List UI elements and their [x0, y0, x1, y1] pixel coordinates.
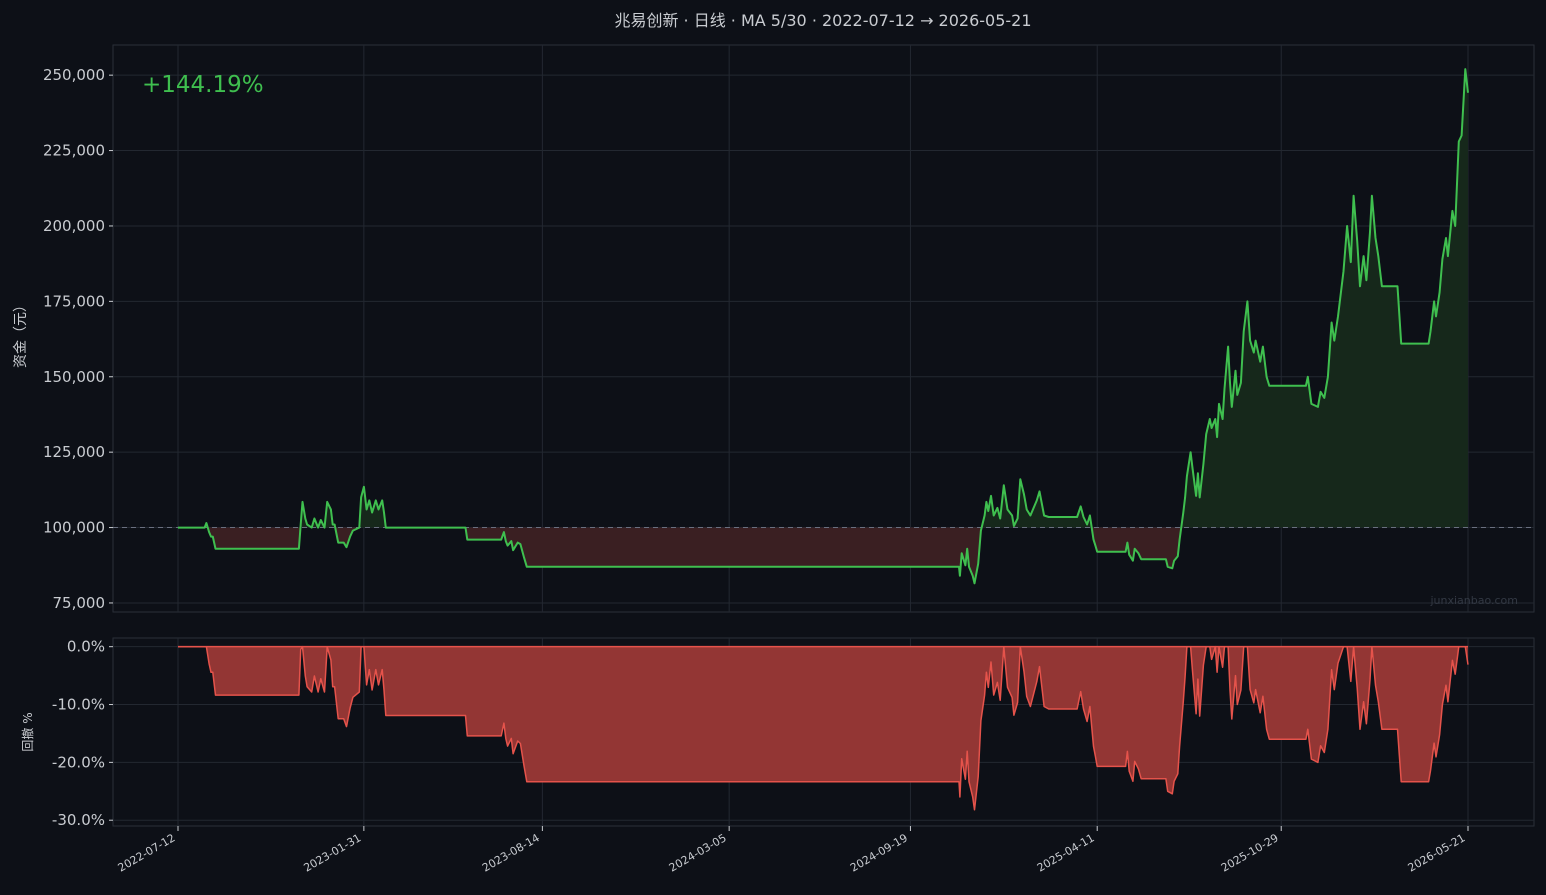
x-tick-label: 2024-03-05: [667, 831, 729, 874]
y-tick-label: -20.0%: [52, 753, 105, 771]
y-tick-label: 200,000: [43, 217, 105, 235]
y-tick-label: 125,000: [43, 443, 105, 461]
y-tick-label: 100,000: [43, 519, 105, 537]
y-tick-label: 75,000: [53, 594, 106, 612]
drawdown-panel: 0.0% -10.0% -20.0% -30.0% 回撤 %: [20, 637, 1535, 829]
x-tick-label: 2025-04-11: [1035, 831, 1097, 874]
drawdown-y-label: 回撤 %: [20, 712, 35, 751]
y-tick-label: -30.0%: [52, 811, 105, 829]
equity-y-axis: 75,000 100,000 125,000 150,000 175,000 200,00…: [43, 66, 113, 612]
y-tick-label: 250,000: [43, 66, 105, 84]
drawdown-y-axis: 0.0% -10.0% -20.0% -30.0%: [52, 638, 113, 829]
date-x-axis: 2022-07-12 2023-01-31 2023-08-14 2024-03-05…: [116, 826, 1469, 875]
x-tick-label: 2023-08-14: [480, 831, 542, 874]
y-tick-label: 175,000: [43, 292, 105, 310]
x-tick-label: 2024-09-19: [848, 831, 910, 874]
y-tick-label: 150,000: [43, 368, 105, 386]
watermark: junxianbao.com: [1429, 594, 1518, 607]
x-tick-label: 2023-01-31: [301, 831, 363, 874]
x-tick-label: 2025-10-29: [1219, 831, 1281, 874]
y-tick-label: -10.0%: [52, 696, 105, 714]
x-tick-label: 2022-07-12: [116, 831, 178, 874]
x-tick-label: 2026-05-21: [1406, 831, 1468, 874]
equity-panel: 75,000 100,000 125,000 150,000 175,000 200,00…: [13, 44, 1535, 613]
equity-y-label: 资金（元）: [13, 298, 29, 368]
y-tick-label: 0.0%: [67, 638, 105, 656]
y-tick-label: 225,000: [43, 142, 105, 160]
chart-title: 兆易创新 · 日线 · MA 5/30 · 2022-07-12 → 2026-…: [614, 11, 1031, 30]
return-label: +144.19%: [142, 72, 264, 98]
backtest-chart: 兆易创新 · 日线 · MA 5/30 · 2022-07-12 → 2026-…: [13, 11, 1535, 875]
